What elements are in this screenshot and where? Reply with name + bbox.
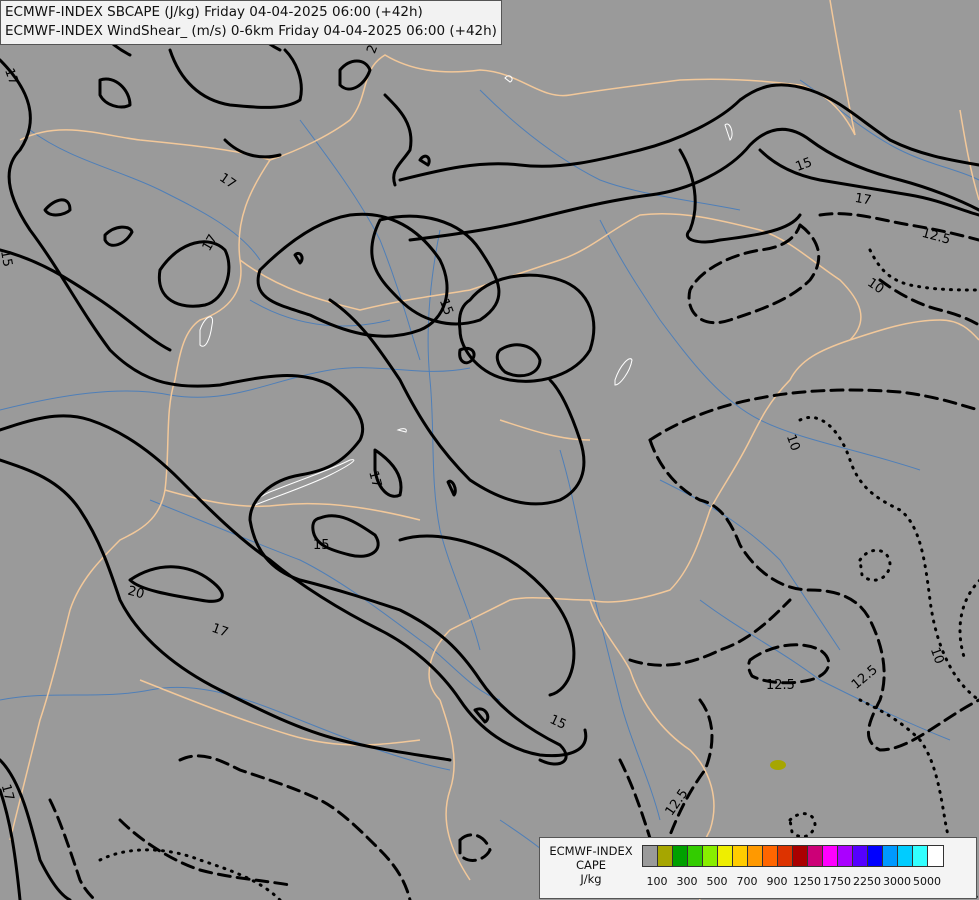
- legend-swatch: [883, 846, 898, 866]
- legend-title: ECMWF-INDEX CAPE J/kg: [542, 844, 640, 886]
- legend-swatch: [748, 846, 763, 866]
- legend-swatch: [658, 846, 673, 866]
- title-line-cape: ECMWF-INDEX SBCAPE (J/kg) Friday 04-04-2…: [5, 4, 423, 20]
- legend-tick-label: 700: [736, 875, 758, 888]
- legend-swatch: [868, 846, 883, 866]
- legend-swatch: [913, 846, 928, 866]
- legend-tick-label: 2250: [853, 875, 881, 888]
- title-line-windshear: ECMWF-INDEX WindShear_ (m/s) 0-6km Frida…: [5, 23, 497, 39]
- legend-swatch: [778, 846, 793, 866]
- legend-title-line: CAPE: [575, 858, 607, 872]
- legend-title-line: ECMWF-INDEX: [549, 844, 633, 858]
- contour-label: 15: [313, 538, 330, 553]
- contour-label: 15: [0, 249, 15, 268]
- legend-swatch: [733, 846, 748, 866]
- legend-swatch: [718, 846, 733, 866]
- legend-tick-label: 5000: [913, 875, 941, 888]
- legend-tick-label: 3000: [883, 875, 911, 888]
- legend-swatch: [808, 846, 823, 866]
- contour-label: 12.5: [766, 678, 795, 693]
- legend-tick-label: 300: [676, 875, 698, 888]
- cape-legend: ECMWF-INDEX CAPE J/kg 100 300 500 700 900 125…: [539, 837, 977, 899]
- map-title-box: ECMWF-INDEX SBCAPE (J/kg) Friday 04-04-2…: [0, 0, 502, 45]
- contour-label: 17: [854, 191, 873, 209]
- legend-swatch: [643, 846, 658, 866]
- legend-tick-label: 1250: [793, 875, 821, 888]
- legend-swatch: [703, 846, 718, 866]
- legend-swatch: [838, 846, 853, 866]
- legend-swatch: [763, 846, 778, 866]
- legend-swatch: [928, 846, 943, 866]
- legend-swatch: [823, 846, 838, 866]
- legend-swatch: [673, 846, 688, 866]
- legend-tick-label: 500: [706, 875, 728, 888]
- legend-swatch: [853, 846, 868, 866]
- legend-swatch: [793, 846, 808, 866]
- legend-tick-label: 900: [766, 875, 788, 888]
- legend-tick-label: 100: [646, 875, 668, 888]
- legend-title-line: J/kg: [580, 872, 602, 886]
- weather-map: 17 17 17 15 15 17 15 20 17 15 17 15 12.5…: [0, 0, 979, 900]
- legend-swatch: [898, 846, 913, 866]
- cape-blob: [770, 760, 786, 770]
- legend-tick-label: 1750: [823, 875, 851, 888]
- legend-swatch: [688, 846, 703, 866]
- legend-color-bar: [642, 845, 944, 867]
